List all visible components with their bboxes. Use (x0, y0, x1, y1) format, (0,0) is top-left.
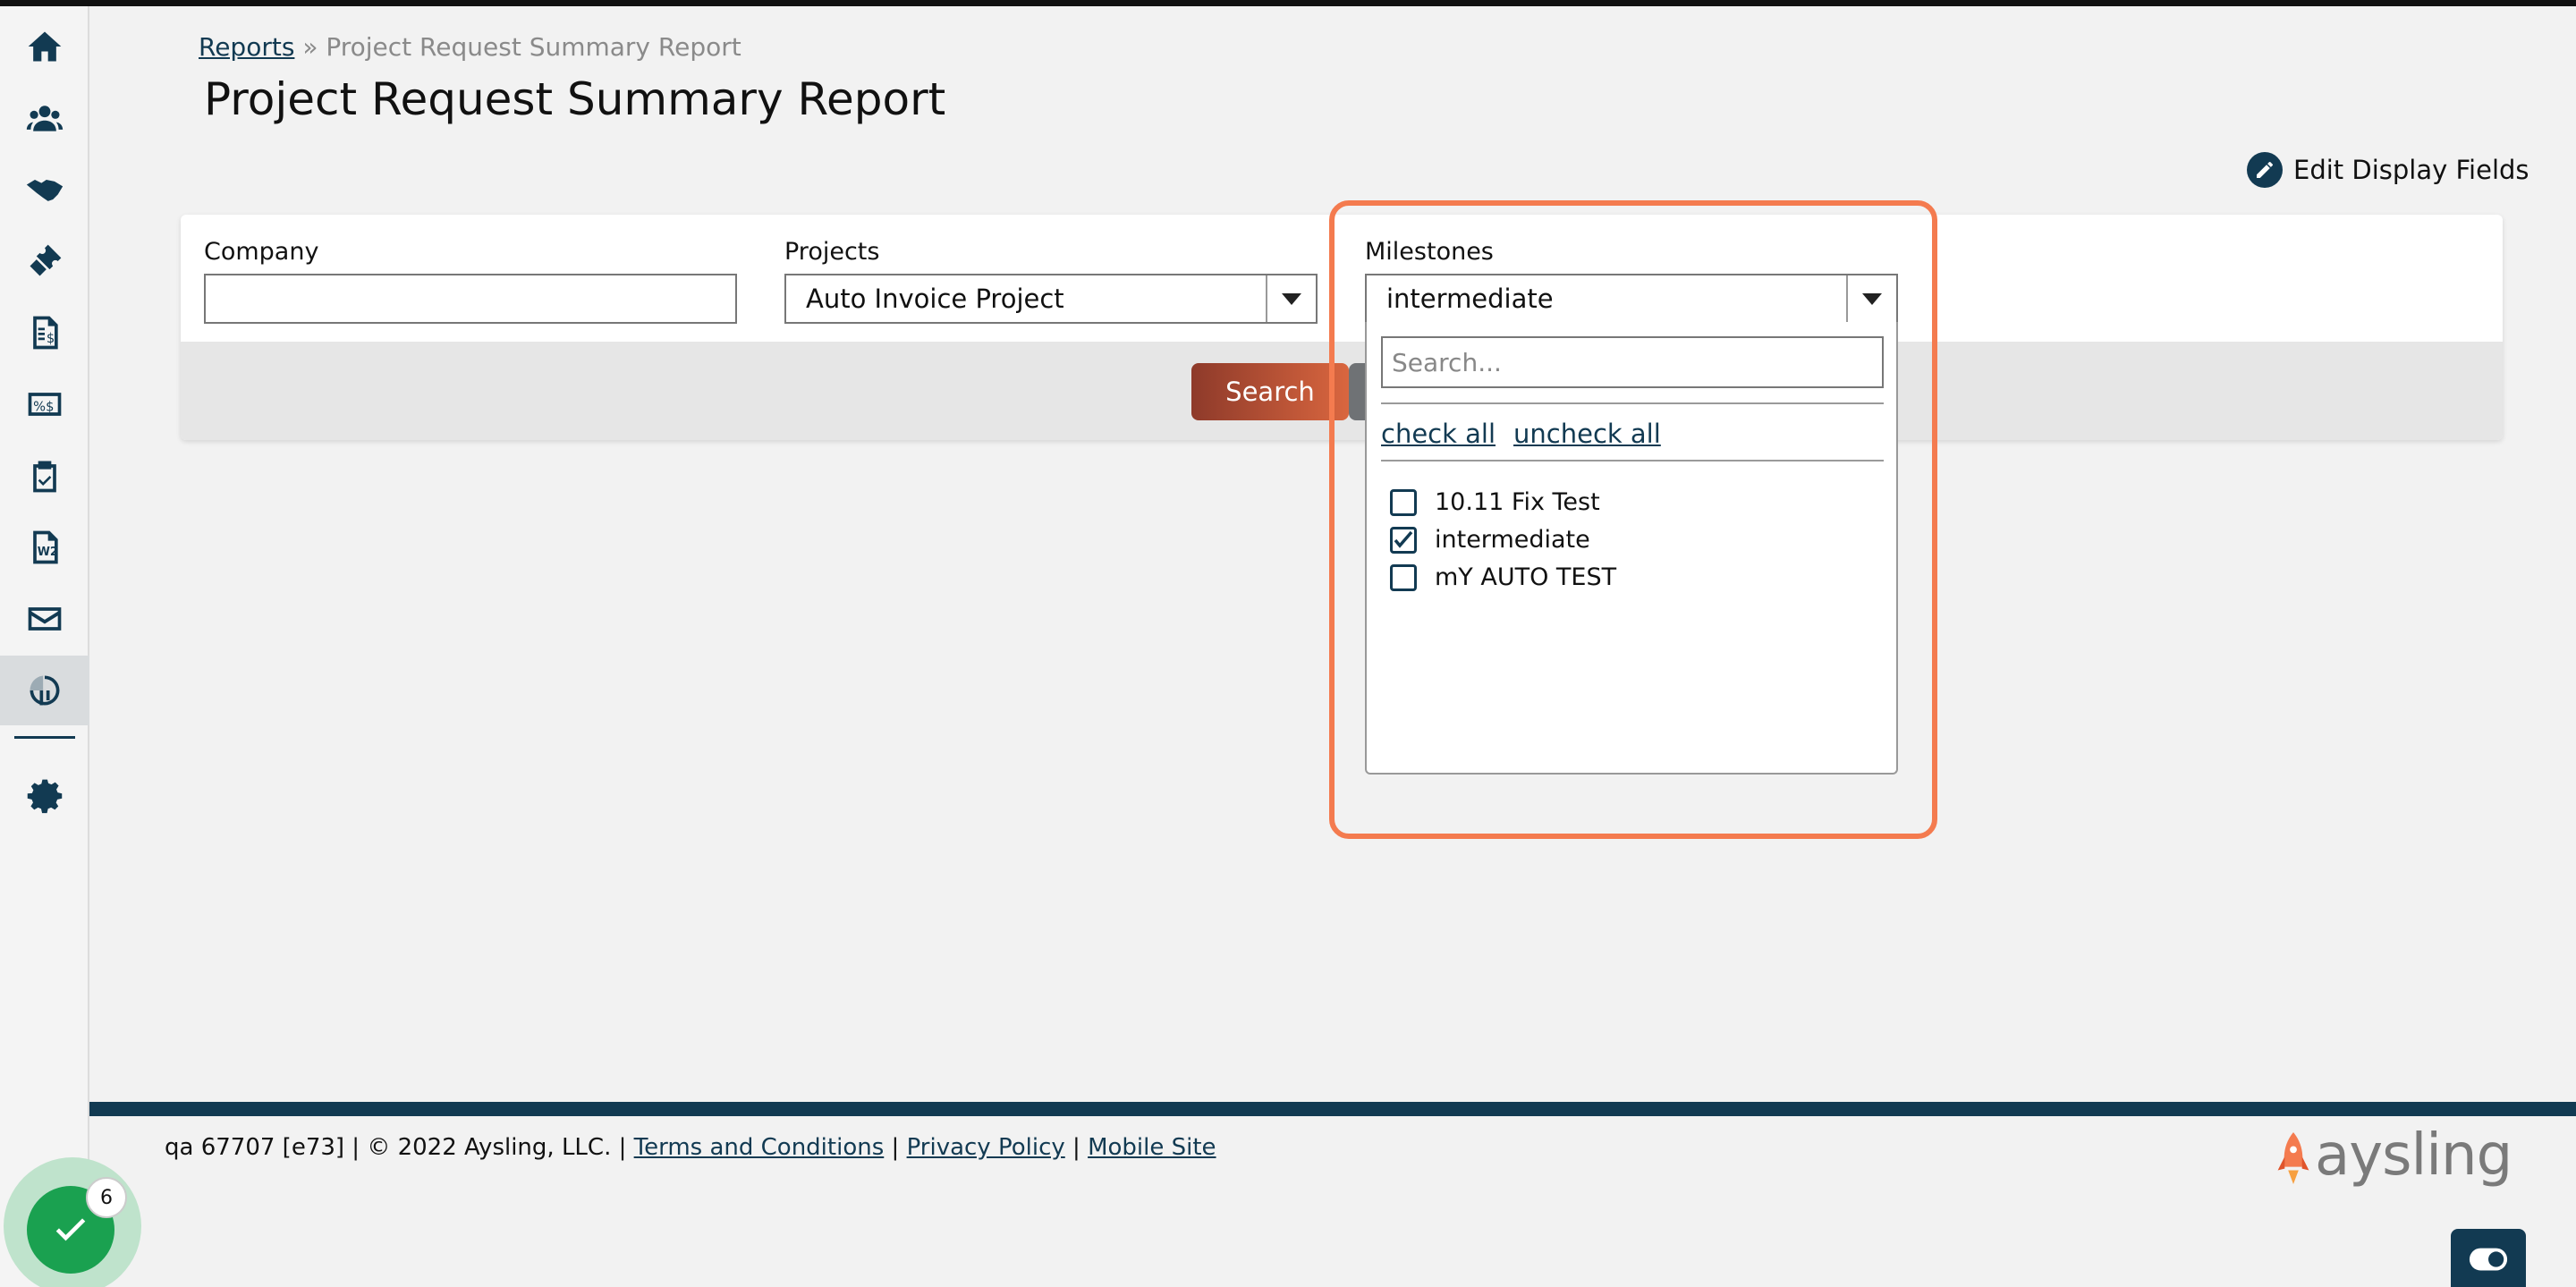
handshake-icon[interactable] (0, 155, 89, 224)
home-icon[interactable] (0, 12, 89, 81)
svg-text:$: $ (47, 331, 55, 346)
expense-icon[interactable]: %$ (0, 369, 89, 439)
top-bar (0, 0, 2576, 6)
milestone-option[interactable]: 10.11 Fix Test (1390, 488, 1600, 516)
page-title: Project Request Summary Report (204, 73, 946, 125)
sidebar: $ %$ W2 (0, 6, 89, 1287)
milestones-dropdown: check all uncheck all 10.11 Fix Test int… (1365, 322, 1898, 775)
milestone-option-label: 10.11 Fix Test (1435, 488, 1600, 516)
aysling-logo: aysling (2275, 1127, 2512, 1184)
check-all-link[interactable]: check all (1381, 419, 1496, 449)
projects-label: Projects (784, 238, 880, 266)
search-button[interactable]: Search (1191, 363, 1349, 420)
filter-panel: Company Projects Auto Invoice Project Mi… (181, 215, 2503, 440)
svg-text:W2: W2 (38, 546, 58, 559)
footer-separator: | (891, 1134, 900, 1161)
footer-info: qa 67707 [e73] | © 2022 Aysling, LLC. | (165, 1134, 627, 1161)
sidebar-divider (14, 736, 75, 739)
breadcrumb: Reports » Project Request Summary Report (199, 32, 741, 62)
milestone-option[interactable]: intermediate (1390, 526, 1590, 554)
milestone-option[interactable]: mY AUTO TEST (1390, 563, 1616, 591)
gear-icon[interactable] (0, 761, 89, 831)
milestone-search-input[interactable] (1381, 336, 1884, 388)
toggle-icon (2469, 1248, 2508, 1271)
filter-actions: Search (181, 342, 2503, 440)
milestone-option-label: mY AUTO TEST (1435, 563, 1617, 591)
pencil-icon (2247, 152, 2283, 188)
ticket-icon[interactable] (0, 226, 89, 296)
projects-selected-value: Auto Invoice Project (806, 284, 1064, 314)
people-icon[interactable] (0, 83, 89, 153)
dropdown-divider (1381, 402, 1884, 404)
chevron-down-icon[interactable] (1266, 275, 1316, 322)
clipboard-check-icon[interactable] (0, 441, 89, 511)
edit-display-fields-button[interactable]: Edit Display Fields (2247, 152, 2529, 188)
breadcrumb-separator: » (302, 32, 318, 62)
chat-toggle-button[interactable] (2451, 1229, 2526, 1287)
company-label: Company (204, 238, 319, 266)
rocket-icon (2277, 1132, 2309, 1184)
footer: qa 67707 [e73] | © 2022 Aysling, LLC. | … (165, 1134, 1216, 1161)
checkbox-checked[interactable] (1390, 526, 1417, 554)
company-input[interactable] (204, 274, 737, 324)
breadcrumb-current: Project Request Summary Report (326, 32, 741, 62)
projects-select[interactable]: Auto Invoice Project (784, 274, 1318, 324)
footer-bar (89, 1102, 2576, 1116)
edit-display-fields-label: Edit Display Fields (2293, 155, 2529, 185)
mobile-site-link[interactable]: Mobile Site (1088, 1134, 1216, 1161)
checkmark-icon (55, 1218, 86, 1241)
breadcrumb-reports-link[interactable]: Reports (199, 32, 294, 62)
milestones-selected-value: intermediate (1386, 284, 1554, 314)
logo-wordmark: aysling (2315, 1122, 2512, 1189)
milestone-option-label: intermediate (1435, 526, 1590, 554)
checkbox-unchecked[interactable] (1390, 563, 1417, 591)
w2-icon[interactable]: W2 (0, 512, 89, 582)
reports-icon[interactable] (0, 656, 89, 725)
checkbox-unchecked[interactable] (1390, 488, 1417, 516)
invoice-icon[interactable]: $ (0, 298, 89, 368)
chevron-down-icon[interactable] (1846, 275, 1896, 322)
svg-text:%$: %$ (33, 399, 54, 414)
privacy-link[interactable]: Privacy Policy (907, 1134, 1065, 1161)
notification-count-badge: 6 (86, 1177, 127, 1218)
check-links: check all uncheck all (1381, 419, 1661, 449)
terms-link[interactable]: Terms and Conditions (634, 1134, 885, 1161)
milestones-label: Milestones (1365, 238, 1494, 266)
footer-separator: | (1072, 1134, 1080, 1161)
dropdown-divider (1381, 460, 1884, 461)
checkmark-icon (1394, 530, 1413, 548)
mail-icon[interactable] (0, 584, 89, 654)
uncheck-all-link[interactable]: uncheck all (1513, 419, 1661, 449)
milestones-select[interactable]: intermediate (1365, 274, 1898, 324)
